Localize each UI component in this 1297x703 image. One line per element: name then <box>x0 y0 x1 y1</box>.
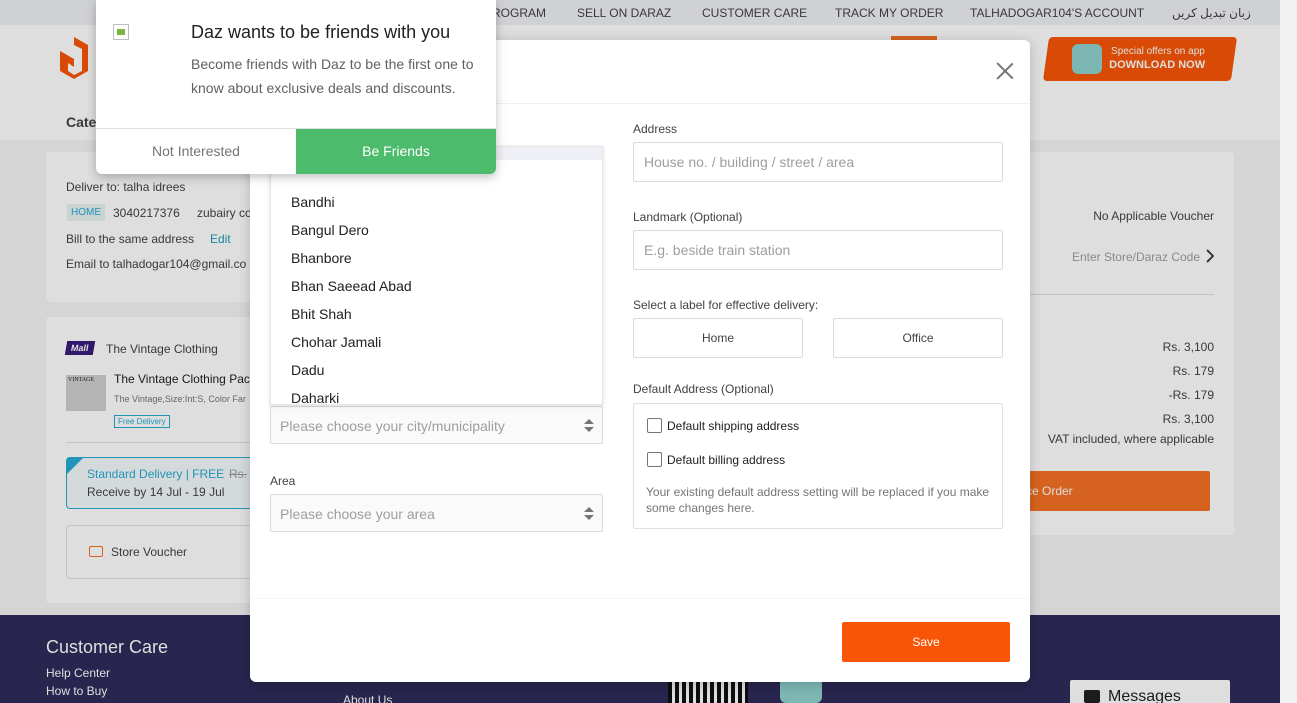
city-option[interactable]: Bhit Shah <box>271 300 602 328</box>
select-arrows-icon <box>584 507 594 521</box>
area-select-placeholder: Please choose your area <box>280 506 435 522</box>
city-select[interactable]: Please choose your city/municipality <box>270 406 603 444</box>
default-shipping-label[interactable]: Default shipping address <box>667 419 799 433</box>
default-address-panel: Default shipping address Default billing… <box>633 403 1003 529</box>
city-option[interactable]: Bhan Saeead Abad <box>271 272 602 300</box>
broken-image-icon <box>113 24 129 40</box>
address-label: Address <box>633 122 678 136</box>
city-option[interactable]: Chohar Jamali <box>271 328 602 356</box>
city-option[interactable]: Dadu <box>271 356 602 384</box>
label-home-button[interactable]: Home <box>633 318 803 358</box>
default-shipping-checkbox[interactable] <box>647 418 662 433</box>
save-button[interactable]: Save <box>842 622 1010 662</box>
label-office-button[interactable]: Office <box>833 318 1003 358</box>
scrollbar-track[interactable] <box>1280 0 1297 703</box>
landmark-label: Landmark (Optional) <box>633 210 743 224</box>
city-select-placeholder: Please choose your city/municipality <box>280 418 505 434</box>
address-input[interactable] <box>633 142 1003 182</box>
city-option[interactable]: Bhanbore <box>271 244 602 272</box>
select-arrows-icon <box>584 419 594 433</box>
landmark-input[interactable] <box>633 230 1003 270</box>
notification-body: Become friends with Daz to be the first … <box>191 56 474 96</box>
modal-footer-divider <box>250 598 1030 599</box>
city-option[interactable]: Daharki <box>271 384 602 404</box>
city-dropdown-list[interactable]: Badin Bandhi Bangul Dero Bhanbore Bhan S… <box>270 146 603 405</box>
area-select[interactable]: Please choose your area <box>270 494 603 532</box>
area-label: Area <box>270 474 296 488</box>
delivery-label-prompt: Select a label for effective delivery: <box>633 298 819 312</box>
city-option[interactable]: Bandhi <box>271 188 602 216</box>
be-friends-button[interactable]: Be Friends <box>296 129 496 174</box>
notification-prompt: Daz wants to be friends with you Become … <box>96 0 496 174</box>
default-billing-label[interactable]: Default billing address <box>667 453 785 467</box>
close-icon[interactable] <box>996 62 1014 80</box>
default-address-note: Your existing default address setting wi… <box>646 485 990 515</box>
not-interested-button[interactable]: Not Interested <box>96 129 296 174</box>
city-option[interactable]: Bangul Dero <box>271 216 602 244</box>
default-address-label: Default Address (Optional) <box>633 382 774 396</box>
default-billing-checkbox[interactable] <box>647 452 662 467</box>
notification-title: Daz wants to be friends with you <box>191 22 451 42</box>
